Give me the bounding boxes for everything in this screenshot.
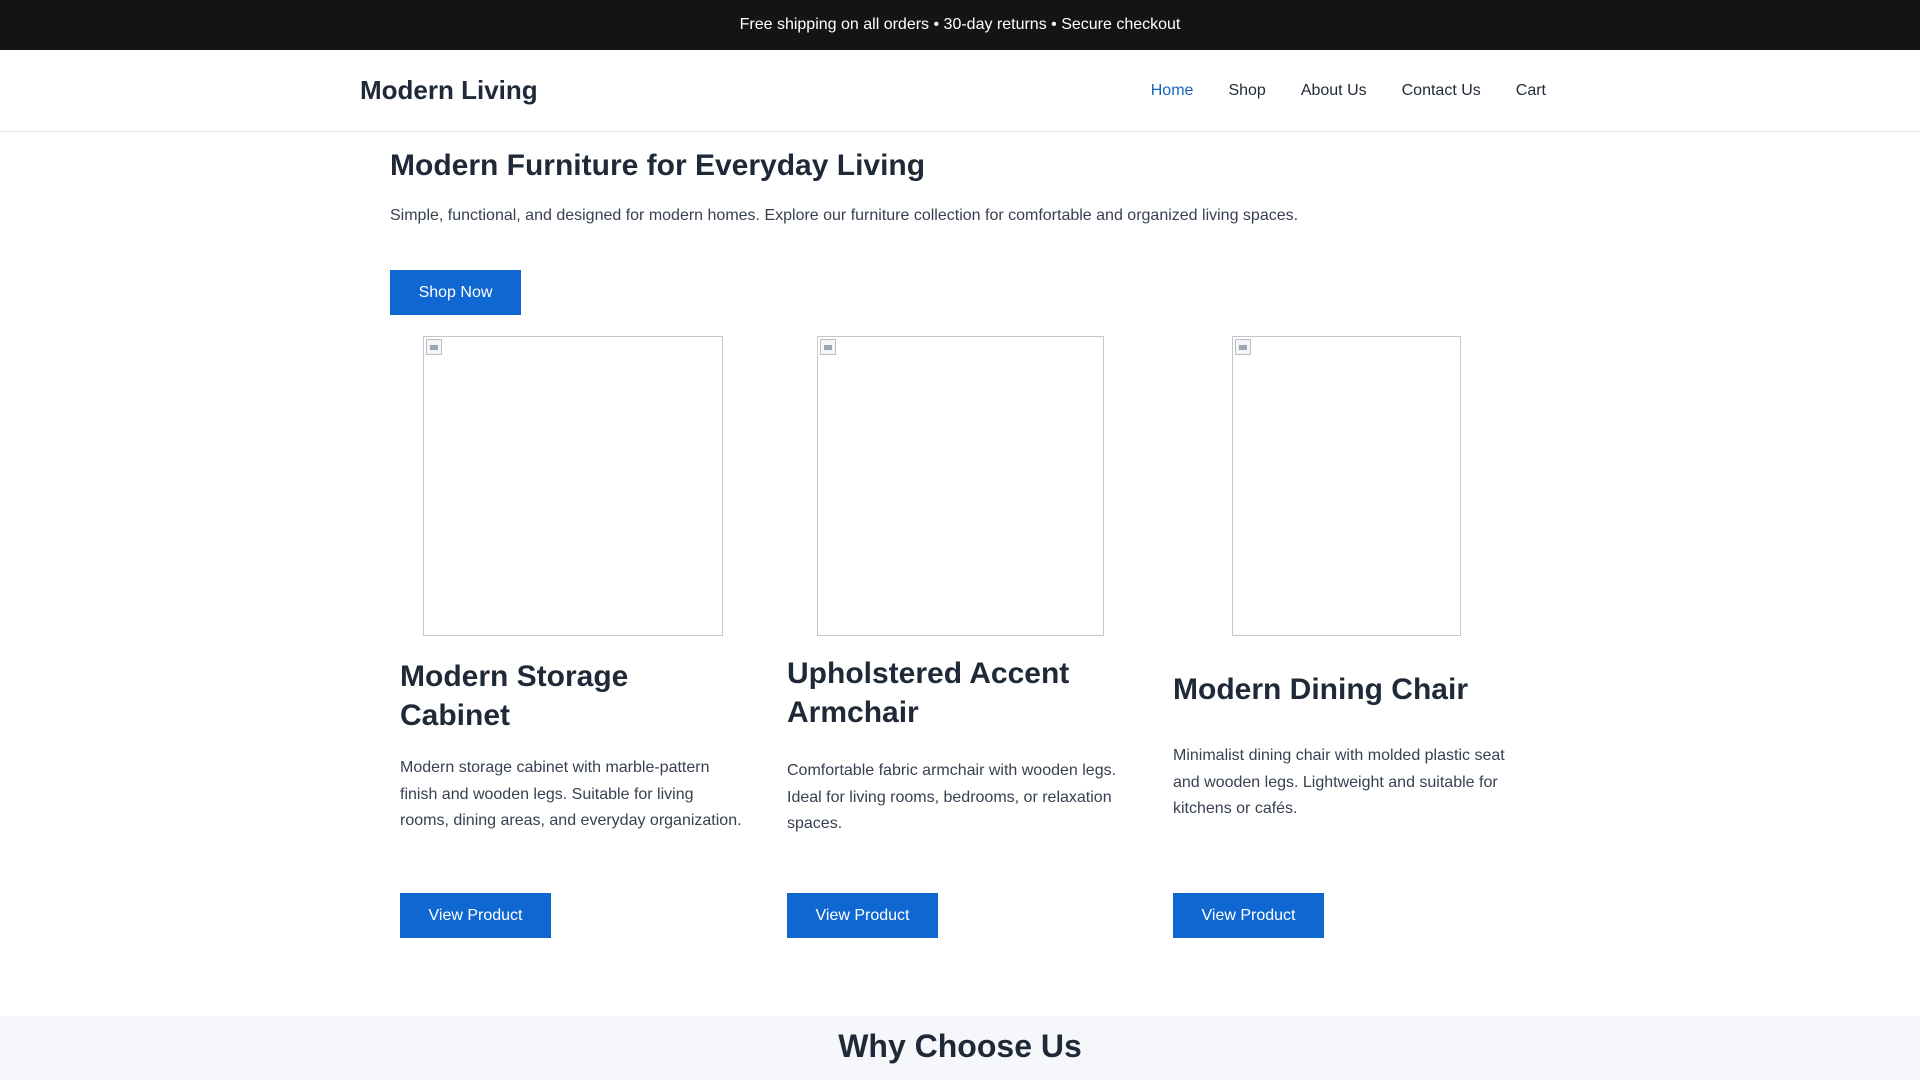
view-product-button[interactable]: View Product — [1173, 893, 1324, 939]
product-description-line: Comfortable fabric armchair with wooden … — [787, 762, 1117, 780]
product-description-line: Ideal for living rooms, bedrooms, or rel… — [787, 788, 1112, 806]
broken-image-icon — [426, 339, 442, 356]
product-description-line: and wooden legs. Lightweight and suitabl… — [1173, 773, 1498, 791]
product-title-line: Upholstered Accent — [787, 657, 1070, 691]
product-description: Comfortable fabric armchair with wooden … — [787, 758, 1147, 837]
product-description-line: finish and wooden legs. Suitable for liv… — [400, 785, 694, 803]
brand-logo[interactable]: Modern Living — [360, 75, 538, 106]
product-grid: Modern Storage Cabinet Modern storage ca… — [0, 315, 1920, 995]
hero-title: Modern Furniture for Everyday Living — [390, 149, 926, 182]
product-description: Modern storage cabinet with marble-patte… — [400, 755, 760, 834]
nav-link-contact[interactable]: Contact Us — [1402, 82, 1481, 100]
nav-link-cart[interactable]: Cart — [1516, 82, 1546, 100]
product-title: Modern Storage Cabinet — [400, 657, 740, 735]
product-title-line: Modern Storage — [400, 660, 629, 694]
site-header: Modern Living Home Shop About Us Contact… — [0, 50, 1920, 132]
view-product-button[interactable]: View Product — [787, 893, 938, 939]
why-choose-us-title: Why Choose Us — [838, 1028, 1082, 1064]
announcement-bar: Free shipping on all orders • 30-day ret… — [0, 0, 1920, 50]
shop-now-button[interactable]: Shop Now — [390, 270, 521, 316]
main-nav: Home Shop About Us Contact Us Cart — [1116, 82, 1546, 100]
product-description-line: spaces. — [787, 815, 843, 833]
hero-section: Modern Furniture for Everyday Living Sim… — [0, 132, 1920, 316]
announcement-text: Free shipping on all orders • 30-day ret… — [739, 16, 1181, 33]
nav-link-shop[interactable]: Shop — [1228, 82, 1265, 100]
product-description-line: kitchens or cafés. — [1173, 800, 1298, 818]
nav-link-about[interactable]: About Us — [1301, 82, 1367, 100]
product-image[interactable] — [423, 336, 723, 637]
nav-link-home[interactable]: Home — [1151, 82, 1194, 100]
product-description: Minimalist dining chair with molded plas… — [1173, 743, 1533, 822]
product-title-line: Armchair — [787, 696, 919, 730]
why-choose-us-section: Why Choose Us — [0, 1016, 1920, 1080]
view-product-button[interactable]: View Product — [400, 893, 551, 939]
product-title: Upholstered Accent Armchair — [787, 654, 1137, 732]
broken-image-icon — [1235, 339, 1251, 356]
product-image[interactable] — [1232, 336, 1461, 637]
product-description-line: Minimalist dining chair with molded plas… — [1173, 747, 1505, 765]
product-description-line: Modern storage cabinet with marble-patte… — [400, 759, 710, 777]
product-title: Modern Dining Chair — [1173, 670, 1533, 709]
broken-image-icon — [820, 339, 836, 356]
product-title-line: Modern Dining Chair — [1173, 673, 1468, 707]
product-image[interactable] — [817, 336, 1104, 637]
product-title-line: Cabinet — [400, 699, 511, 733]
hero-subtitle: Simple, functional, and designed for mod… — [390, 207, 1299, 224]
product-description-line: rooms, dining areas, and everyday organi… — [400, 812, 742, 830]
